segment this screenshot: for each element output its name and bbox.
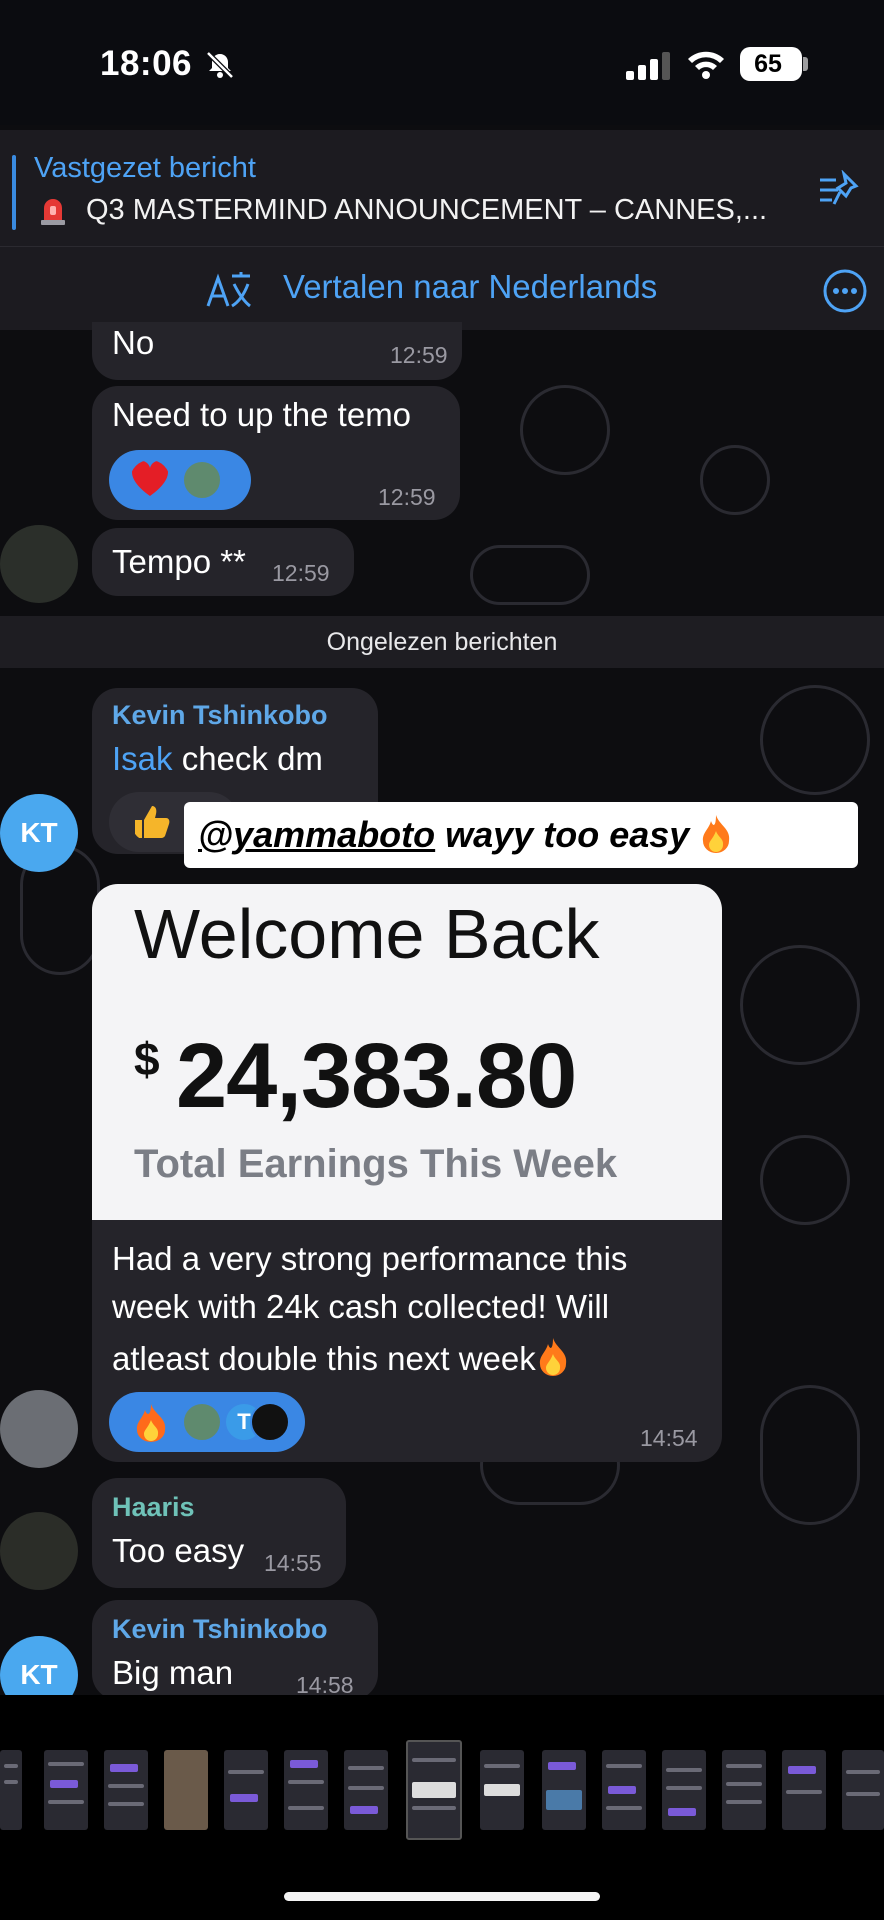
message-time: 12:59 <box>272 560 330 586</box>
thumbnail[interactable] <box>0 1750 22 1830</box>
home-indicator[interactable] <box>284 1892 600 1901</box>
reactor-avatar <box>182 1402 222 1442</box>
thumbnail[interactable] <box>284 1750 328 1830</box>
message-text: Too easy <box>112 1532 245 1569</box>
message-text: Isak check dm <box>112 740 323 778</box>
avatar[interactable] <box>0 525 78 603</box>
fire-emoji-icon <box>539 1338 566 1376</box>
cellular-signal-icon <box>626 52 670 80</box>
message-text-line-3-text: atleast double this next week <box>112 1340 536 1377</box>
message-time: 14:55 <box>264 1550 322 1576</box>
story-caption-text: @yammaboto wayy too easy <box>184 802 858 868</box>
thumbnail[interactable] <box>722 1750 766 1830</box>
pinned-title: Vastgezet bericht <box>34 152 256 184</box>
battery-tip <box>803 57 808 71</box>
sender-name[interactable]: Kevin Tshinkobo <box>112 700 328 731</box>
message-text-rest: check dm <box>172 740 323 777</box>
thumbnail[interactable] <box>542 1750 586 1830</box>
fire-emoji-icon <box>703 815 730 853</box>
thumbnail[interactable] <box>782 1750 826 1830</box>
avatar[interactable] <box>0 1512 78 1590</box>
card-caption: Total Earnings This Week <box>134 1142 618 1186</box>
sender-name[interactable]: Haaris <box>112 1492 195 1523</box>
fire-reaction-icon <box>136 1404 166 1442</box>
pinned-message-bar[interactable] <box>0 130 884 246</box>
thumbnail[interactable] <box>104 1750 148 1830</box>
thumbnail[interactable] <box>224 1750 268 1830</box>
more-options-icon[interactable] <box>822 268 868 314</box>
thumbnail[interactable] <box>602 1750 646 1830</box>
thumbnail[interactable] <box>662 1750 706 1830</box>
telegram-chat-screen: 18:06 65 Vastgezet bericht Q3 MASTERMIND… <box>0 0 884 1920</box>
wifi-icon <box>688 51 724 79</box>
caption-mention: @yammaboto <box>198 814 436 855</box>
caption-rest: wayy too easy <box>435 814 690 855</box>
card-heading: Welcome Back <box>134 895 600 973</box>
card-amount: 24,383.80 <box>176 1025 577 1127</box>
bell-muted-icon <box>206 51 234 79</box>
status-time: 18:06 <box>100 44 193 83</box>
avatar[interactable] <box>0 1390 78 1468</box>
battery-indicator: 65 <box>740 47 802 81</box>
pin-list-icon[interactable] <box>818 170 860 210</box>
translate-icon <box>206 272 251 308</box>
pinned-indicator <box>12 155 16 230</box>
thumbnail[interactable] <box>480 1750 524 1830</box>
sender-name[interactable]: Kevin Tshinkobo <box>112 1614 328 1645</box>
thumbnail[interactable] <box>344 1750 388 1830</box>
message-text: No <box>112 324 155 361</box>
heart-reaction-icon <box>131 460 169 496</box>
message-time: 12:59 <box>378 484 436 510</box>
siren-icon <box>41 199 65 225</box>
thumbnail[interactable] <box>44 1750 88 1830</box>
message-time: 12:59 <box>390 342 448 368</box>
card-currency: $ <box>134 1033 160 1085</box>
message-text: Tempo ** <box>112 543 246 580</box>
message-text-line-1: Had a very strong performance this <box>112 1240 628 1277</box>
message-text-line-2: week with 24k cash collected! Will <box>112 1288 610 1325</box>
message-time: 14:54 <box>640 1425 698 1451</box>
pinned-text: Q3 MASTERMIND ANNOUNCEMENT – CANNES,... <box>86 194 768 226</box>
message-text: Big man <box>112 1654 234 1691</box>
earnings-screenshot-image[interactable]: Welcome Back $ 24,383.80 Total Earnings … <box>92 884 722 1220</box>
reactor-avatar <box>250 1402 290 1442</box>
message-text-line-3: atleast double this next week <box>112 1336 570 1378</box>
translate-label[interactable]: Vertalen naar Nederlands <box>283 268 657 306</box>
reactor-avatar <box>182 460 222 500</box>
message-text: Need to up the temo <box>112 396 412 433</box>
unread-divider: Ongelezen berichten <box>0 616 884 668</box>
thumbnail-current[interactable] <box>406 1740 462 1840</box>
thumbs-up-reaction-icon <box>135 806 170 838</box>
mention-link[interactable]: Isak <box>112 740 173 777</box>
thumbnail[interactable] <box>842 1750 884 1830</box>
avatar[interactable]: KT <box>0 794 78 872</box>
thumbnail[interactable] <box>164 1750 208 1830</box>
